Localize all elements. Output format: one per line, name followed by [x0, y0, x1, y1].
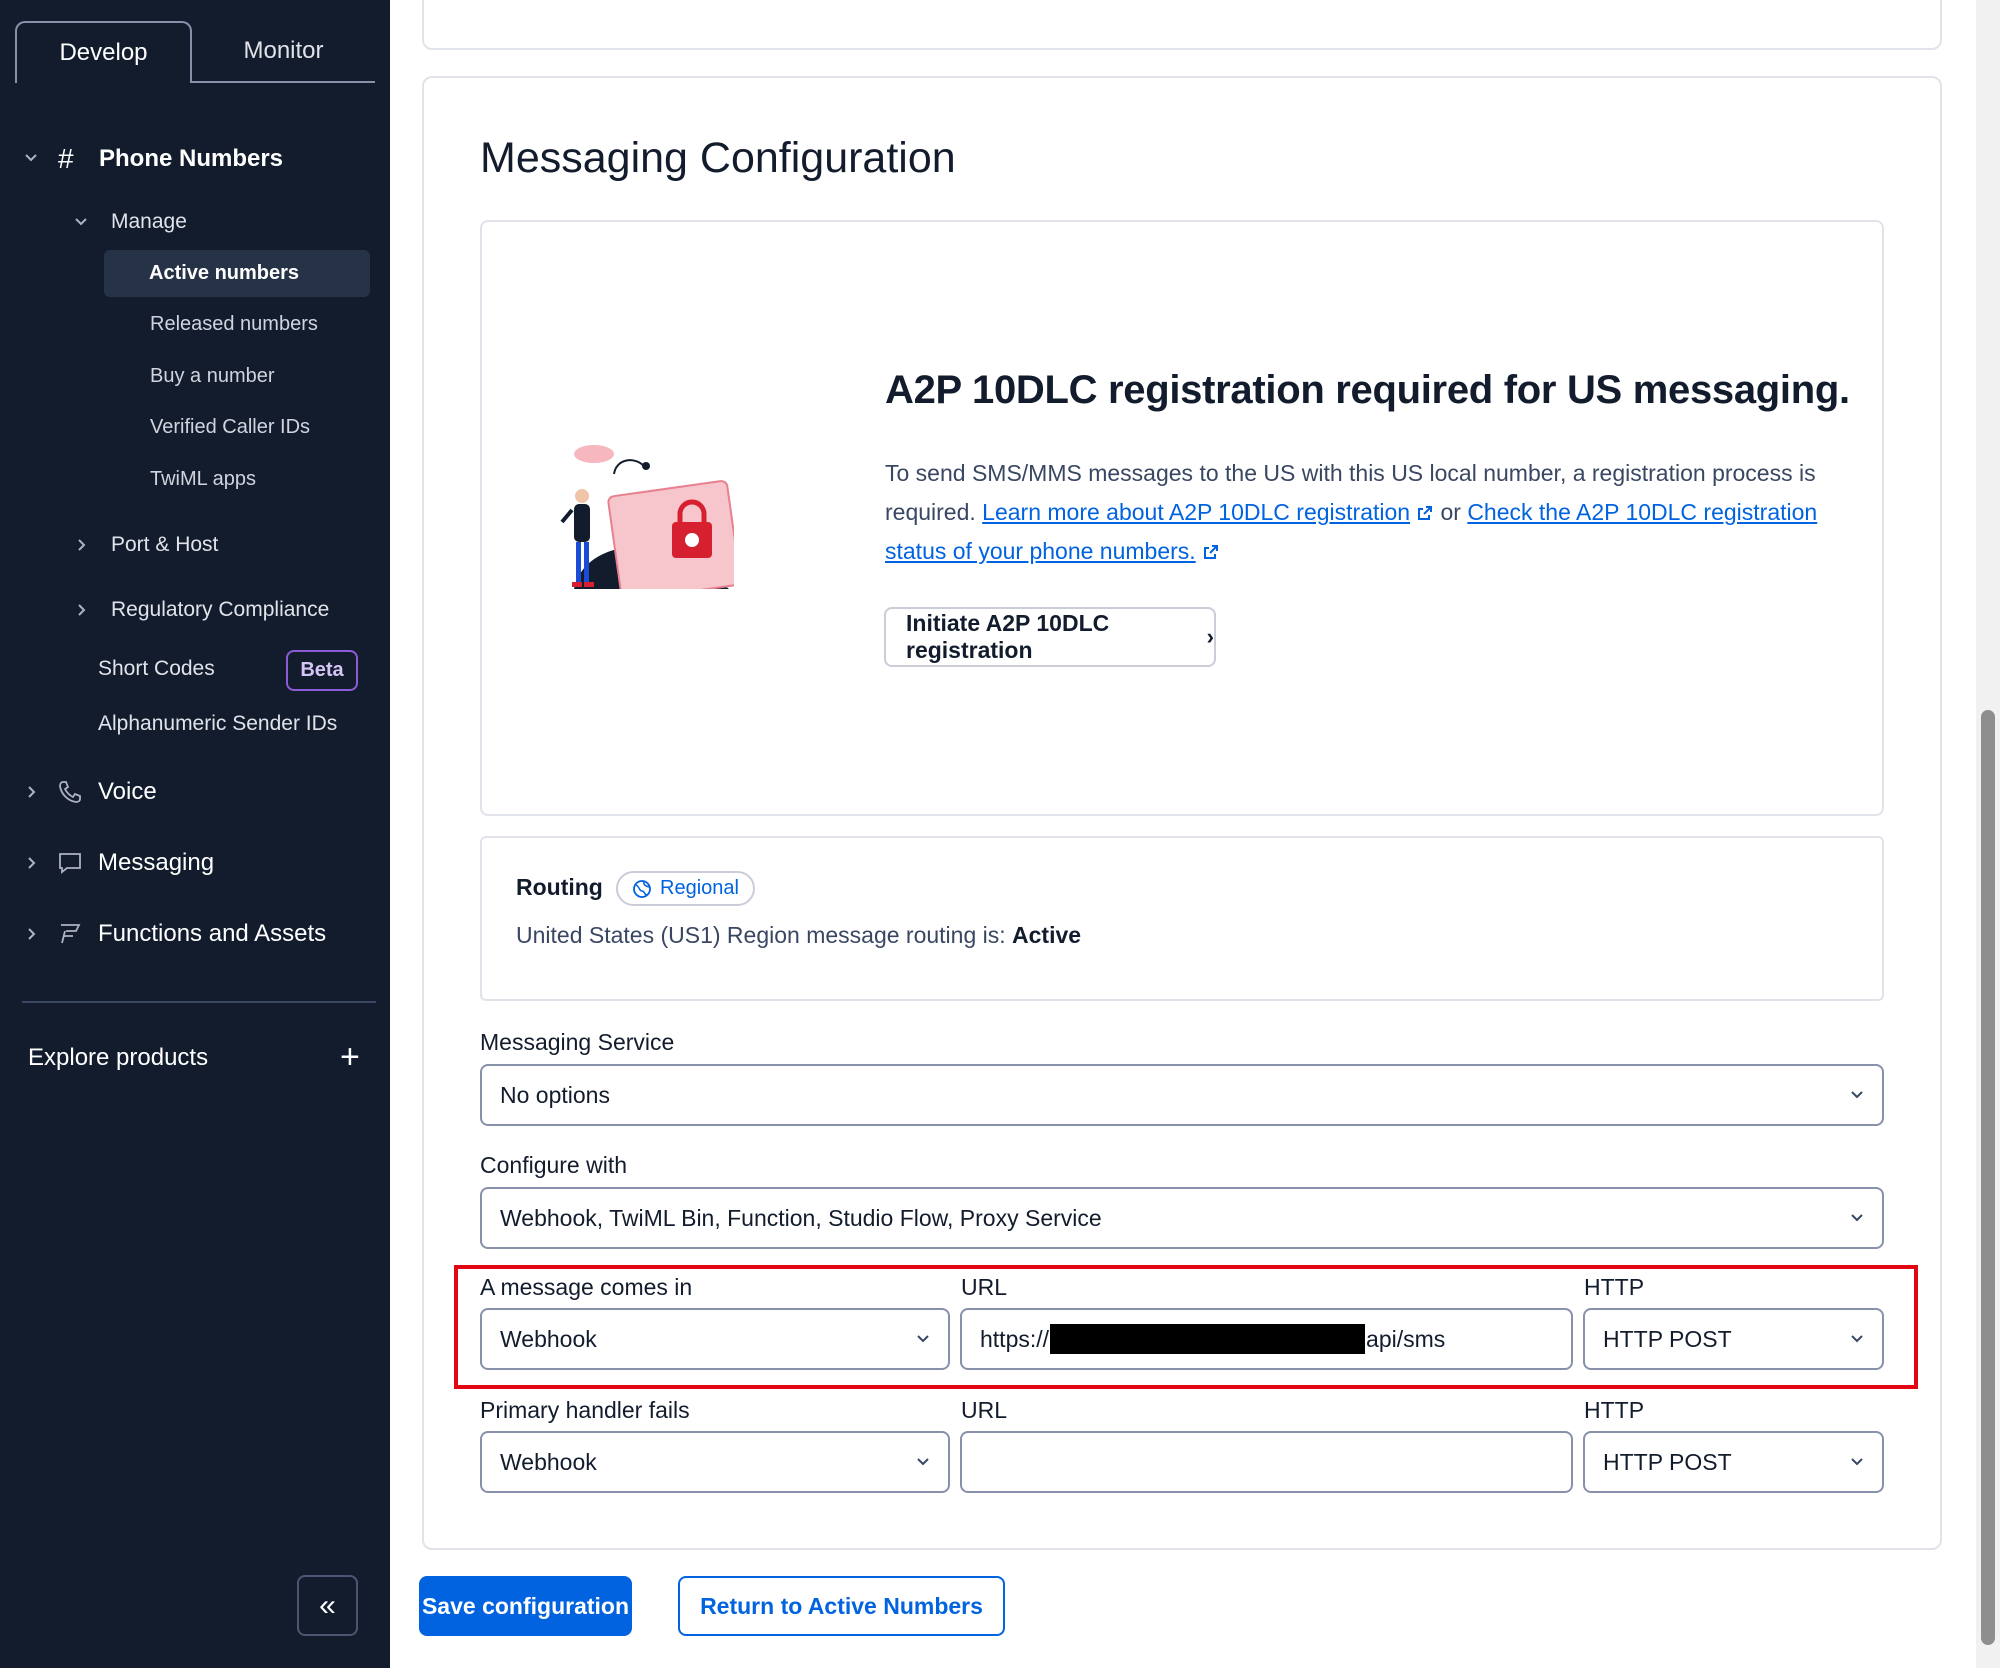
url-label: URL	[961, 1397, 1008, 1423]
return-to-active-numbers-button[interactable]: Return to Active Numbers	[678, 1576, 1005, 1636]
primary-handler-fails-select[interactable]: Webhook	[480, 1431, 950, 1493]
chevron-down-icon	[72, 213, 90, 231]
routing-status: Active	[1012, 922, 1082, 948]
chevron-right-icon: ›	[1206, 624, 1214, 649]
chevron-right-icon	[22, 925, 40, 943]
sidebar-item-label: Port & Host	[111, 533, 219, 556]
previous-section-card	[422, 0, 1942, 50]
fallback-http-method-select[interactable]: HTTP POST	[1583, 1431, 1884, 1493]
plus-icon[interactable]: +	[340, 1040, 360, 1074]
primary-handler-fails-label: Primary handler fails	[480, 1397, 690, 1423]
routing-description: United States (US1) Region message routi…	[516, 922, 1013, 948]
chevron-right-icon	[72, 536, 90, 554]
http-label: HTTP	[1584, 1397, 1645, 1423]
messaging-service-label: Messaging Service	[480, 1029, 675, 1055]
highlight-annotation	[454, 1265, 1918, 1389]
sidebar-item-label: Functions and Assets	[98, 920, 327, 947]
a2p-title: A2P 10DLC registration required for US m…	[885, 368, 1850, 412]
sidebar-item-twiml-apps[interactable]: TwiML apps	[150, 468, 256, 491]
sidebar-item-label: Voice	[98, 778, 157, 805]
messaging-service-select[interactable]: No options	[480, 1064, 1884, 1126]
routing-status-text: United States (US1) Region message routi…	[516, 922, 1081, 949]
chevron-right-icon	[22, 783, 40, 801]
a2p-text-or: or	[1434, 499, 1468, 525]
sidebar-item-label: Messaging	[98, 849, 215, 876]
sidebar-item-verified-caller-ids[interactable]: Verified Caller IDs	[150, 416, 310, 439]
hash-icon: #	[58, 143, 74, 174]
scrollbar-thumb[interactable]	[1981, 710, 1995, 1645]
initiate-a2p-registration-button[interactable]: Initiate A2P 10DLC registration ›	[884, 607, 1216, 667]
a2p-illustration	[560, 445, 734, 589]
routing-panel	[480, 836, 1884, 1001]
page-title: Messaging Configuration	[480, 134, 956, 182]
chevron-down-icon	[1848, 1209, 1866, 1227]
configure-with-select[interactable]: Webhook, TwiML Bin, Function, Studio Flo…	[480, 1187, 1884, 1249]
select-value: Webhook, TwiML Bin, Function, Studio Flo…	[500, 1204, 1102, 1231]
tab-develop[interactable]: Develop	[15, 21, 192, 83]
collapse-sidebar-button[interactable]: «	[297, 1575, 358, 1636]
fallback-url-input[interactable]	[960, 1431, 1573, 1493]
regional-label: Regional	[660, 877, 739, 899]
learn-more-a2p-link[interactable]: Learn more about A2P 10DLC registration	[982, 499, 1410, 525]
chevron-down-icon	[1848, 1453, 1866, 1471]
configure-with-label: Configure with	[480, 1152, 628, 1178]
select-value: HTTP POST	[1603, 1448, 1732, 1475]
sidebar-item-active-numbers[interactable]: Active numbers	[104, 250, 370, 297]
a2p-description: To send SMS/MMS messages to the US with …	[885, 454, 1845, 571]
sidebar-item-label: Manage	[111, 210, 187, 233]
chat-bubble-icon	[56, 849, 84, 877]
sidebar-item-buy-a-number[interactable]: Buy a number	[150, 365, 275, 388]
tab-monitor[interactable]: Monitor	[192, 21, 375, 83]
phone-icon	[56, 778, 84, 806]
chevron-down-icon	[914, 1453, 932, 1471]
select-value: Webhook	[500, 1448, 597, 1475]
sidebar-item-label: Phone Numbers	[99, 145, 284, 172]
sidebar-divider	[22, 1001, 376, 1003]
globe-icon	[633, 879, 651, 898]
sidebar-item-released-numbers[interactable]: Released numbers	[150, 313, 318, 336]
button-label: Initiate A2P 10DLC registration	[906, 610, 1110, 663]
chevron-down-icon	[1848, 1086, 1866, 1104]
sidebar: Develop Monitor # Phone Numbers Manage A…	[0, 0, 390, 1668]
save-configuration-button[interactable]: Save configuration	[419, 1576, 632, 1636]
beta-badge: Beta	[286, 650, 358, 691]
sidebar-item-short-codes[interactable]: Short Codes	[98, 657, 215, 681]
sidebar-item-alphanumeric-sender-ids[interactable]: Alphanumeric Sender IDs	[98, 712, 337, 736]
chevron-down-icon	[22, 149, 40, 167]
external-link-icon	[1203, 545, 1218, 559]
chevron-right-icon	[22, 854, 40, 872]
sidebar-item-label: Active numbers	[149, 262, 300, 284]
routing-label: Routing	[516, 874, 603, 900]
external-link-icon	[1418, 506, 1433, 520]
explore-products-link[interactable]: Explore products	[28, 1044, 208, 1072]
chevron-right-icon	[72, 601, 90, 619]
select-value: No options	[500, 1081, 610, 1108]
main-content: Messaging Configuration A2P 10DLC regist…	[390, 0, 1976, 1668]
page-scrollbar[interactable]	[1976, 0, 2000, 1668]
functions-icon	[56, 920, 84, 948]
regional-badge: Regional	[616, 871, 755, 906]
sidebar-item-label: Regulatory Compliance	[111, 598, 330, 621]
